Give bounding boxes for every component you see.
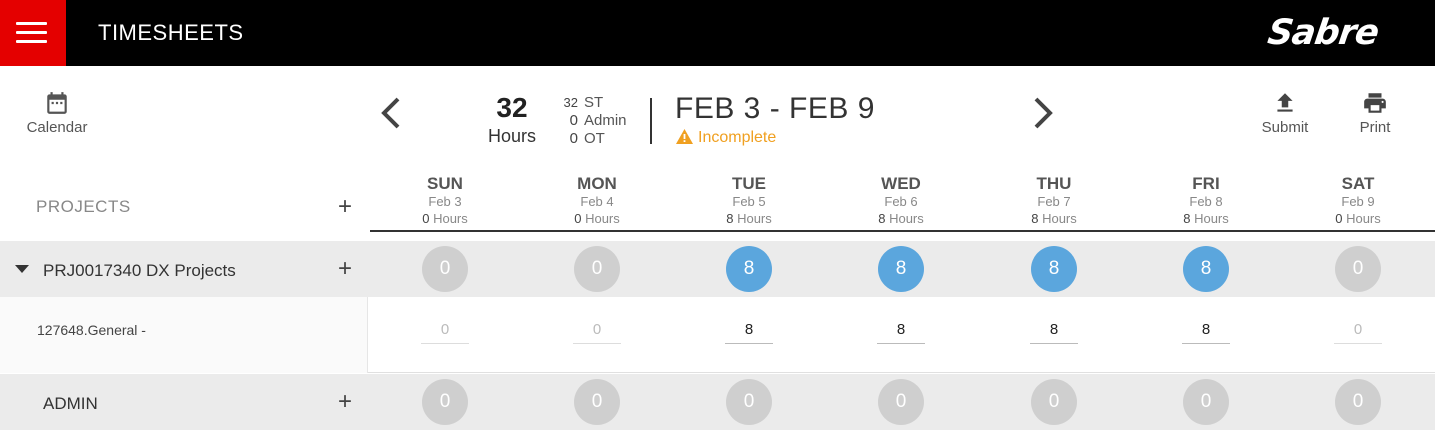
- add-project-button[interactable]: +: [338, 195, 352, 219]
- header-divider: [650, 98, 652, 144]
- chevron-right-icon: [1034, 97, 1053, 129]
- hours-input[interactable]: [1334, 316, 1382, 344]
- admin-day-total[interactable]: 0: [1183, 379, 1229, 425]
- hours-input[interactable]: [1030, 316, 1078, 344]
- breakdown-st: 32 ST: [563, 94, 604, 111]
- admin-day-total[interactable]: 0: [878, 379, 924, 425]
- admin-name: ADMIN: [43, 394, 98, 413]
- top-bar: TIMESHEETS Sabre: [0, 0, 1435, 66]
- total-hours-value: 32: [496, 92, 528, 123]
- day-date: Feb 4: [580, 194, 614, 209]
- breakdown-admin: 0 Admin: [569, 112, 627, 129]
- day-header-sun: SUN Feb 3 0 Hours: [369, 174, 521, 227]
- day-hours: 8 Hours: [878, 211, 924, 226]
- admin-day-total[interactable]: 0: [726, 379, 772, 425]
- day-name: SUN: [427, 174, 463, 193]
- total-hours: 32 Hours: [478, 92, 546, 147]
- upload-icon: [1277, 93, 1293, 112]
- menu-button[interactable]: [0, 0, 66, 66]
- project-day-total[interactable]: 8: [1031, 246, 1077, 292]
- task-name: 127648.General -: [37, 322, 146, 338]
- hamburger-icon-line: [16, 31, 47, 34]
- day-name: SAT: [1341, 174, 1375, 193]
- previous-week-button[interactable]: [378, 96, 404, 135]
- print-label: Print: [1359, 119, 1391, 136]
- collapse-caret-icon[interactable]: [15, 265, 29, 273]
- project-day-total[interactable]: 0: [574, 246, 620, 292]
- warning-icon: [676, 129, 693, 144]
- calendar-icon: [47, 92, 67, 114]
- next-week-button[interactable]: [1030, 96, 1056, 135]
- project-day-total[interactable]: 8: [1183, 246, 1229, 292]
- project-day-total[interactable]: 8: [726, 246, 772, 292]
- add-task-button[interactable]: +: [338, 257, 352, 281]
- day-hours: 8 Hours: [1183, 211, 1229, 226]
- day-header-thu: THU Feb 7 8 Hours: [978, 174, 1130, 227]
- day-header-sat: SAT Feb 9 0 Hours: [1282, 174, 1434, 227]
- day-hours: 0 Hours: [574, 211, 620, 226]
- day-hours: 8 Hours: [726, 211, 772, 226]
- day-name: THU: [1036, 174, 1072, 193]
- admin-day-total[interactable]: 0: [1031, 379, 1077, 425]
- project-day-total[interactable]: 8: [878, 246, 924, 292]
- calendar-label: Calendar: [26, 119, 88, 136]
- hamburger-icon-line: [16, 22, 47, 25]
- day-date: Feb 3: [428, 194, 462, 209]
- date-range: FEB 3 - FEB 9: [675, 92, 875, 125]
- status-text: Incomplete: [698, 129, 777, 146]
- status-badge: Incomplete: [676, 129, 776, 147]
- project-day-total[interactable]: 0: [1335, 246, 1381, 292]
- admin-day-total[interactable]: 0: [574, 379, 620, 425]
- hours-breakdown: 32 ST 0 Admin 0 OT: [552, 94, 627, 148]
- day-header-tue: TUE Feb 5 8 Hours: [673, 174, 825, 227]
- print-icon: [1364, 93, 1386, 113]
- app-title: TIMESHEETS: [98, 20, 244, 45]
- admin-day-total[interactable]: 0: [422, 379, 468, 425]
- day-header-wed: WED Feb 6 8 Hours: [825, 174, 977, 227]
- projects-header: PROJECTS: [36, 197, 131, 216]
- chevron-left-icon: [381, 97, 400, 129]
- print-button[interactable]: Print: [1345, 90, 1405, 136]
- hours-input[interactable]: [421, 316, 469, 344]
- hours-input[interactable]: [877, 316, 925, 344]
- add-admin-button[interactable]: +: [338, 390, 352, 414]
- day-header-fri: FRI Feb 8 8 Hours: [1130, 174, 1282, 227]
- total-hours-label: Hours: [487, 126, 536, 146]
- calendar-button[interactable]: Calendar: [18, 90, 96, 136]
- hamburger-icon-line: [16, 40, 47, 43]
- header-separator: [370, 230, 1435, 232]
- day-date: Feb 6: [884, 194, 918, 209]
- sabre-logo: Sabre: [1265, 13, 1381, 53]
- day-date: Feb 9: [1341, 194, 1375, 209]
- admin-day-total[interactable]: 0: [1335, 379, 1381, 425]
- day-name: WED: [881, 174, 921, 193]
- day-name: FRI: [1192, 174, 1220, 193]
- project-name: PRJ0017340 DX Projects: [43, 261, 236, 280]
- day-header-mon: MON Feb 4 0 Hours: [521, 174, 673, 227]
- submit-label: Submit: [1261, 119, 1309, 136]
- day-name: MON: [577, 174, 617, 193]
- day-hours: 0 Hours: [1335, 211, 1381, 226]
- submit-button[interactable]: Submit: [1250, 90, 1320, 136]
- day-date: Feb 5: [732, 194, 766, 209]
- hours-input[interactable]: [1182, 316, 1230, 344]
- project-day-total[interactable]: 0: [422, 246, 468, 292]
- hours-input[interactable]: [725, 316, 773, 344]
- day-name: TUE: [732, 174, 766, 193]
- hours-input[interactable]: [573, 316, 621, 344]
- day-date: Feb 7: [1037, 194, 1071, 209]
- breakdown-ot: 0 OT: [569, 130, 605, 147]
- day-date: Feb 8: [1189, 194, 1223, 209]
- day-hours: 8 Hours: [1031, 211, 1077, 226]
- day-hours: 0 Hours: [422, 211, 468, 226]
